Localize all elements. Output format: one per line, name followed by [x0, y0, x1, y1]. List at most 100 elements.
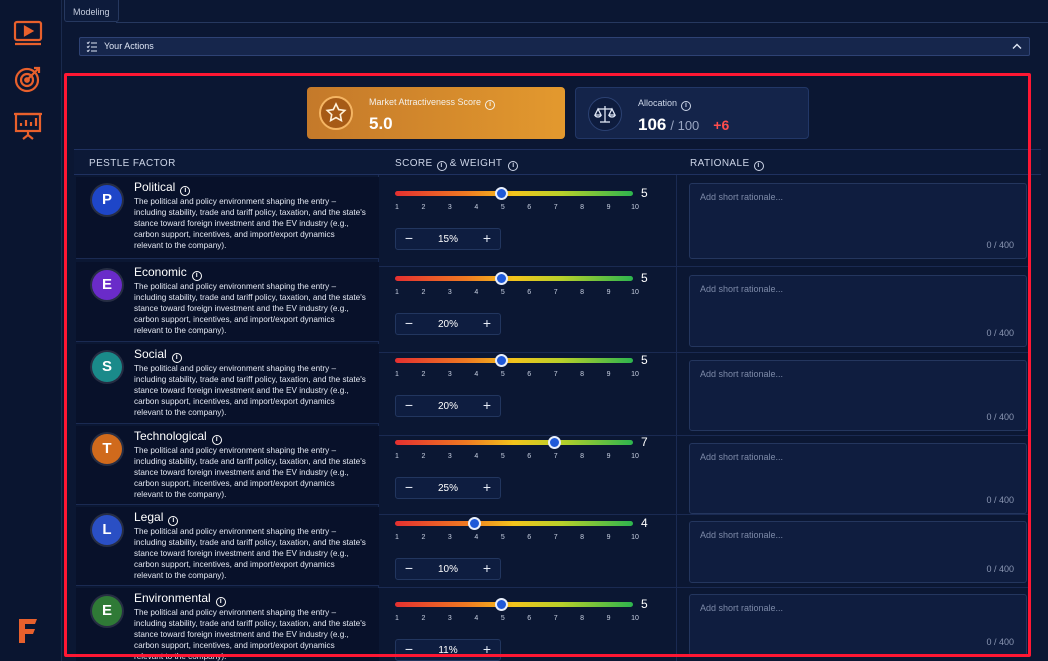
tick-label: 2: [421, 204, 426, 211]
target-icon[interactable]: [12, 63, 44, 95]
info-icon[interactable]: i: [171, 353, 182, 363]
factor-info: T Technological i The political and polic…: [76, 426, 379, 505]
weight-stepper[interactable]: − 20% +: [395, 395, 501, 417]
tick-label: 6: [527, 615, 532, 622]
factor-letter-badge: E: [92, 270, 122, 300]
tab-underline: [116, 22, 1048, 23]
rationale-placeholder: Add short rationale...: [700, 603, 784, 613]
tick-label: 8: [580, 453, 585, 460]
tick-label: 10: [631, 371, 639, 378]
tick-label: 7: [553, 289, 558, 296]
tick-label: 7: [553, 534, 558, 541]
tick-label: 3: [447, 204, 452, 211]
info-icon[interactable]: i: [436, 161, 447, 171]
rationale-placeholder: Add short rationale...: [700, 530, 784, 540]
column-header-score: SCORE i & WEIGHT i: [395, 158, 519, 171]
slider-thumb[interactable]: [468, 517, 482, 530]
row-divider: [379, 435, 1029, 436]
video-icon[interactable]: [12, 17, 44, 49]
score-slider[interactable]: [395, 187, 633, 200]
increment-button[interactable]: +: [476, 640, 498, 660]
tick-label: 10: [631, 289, 639, 296]
increment-button[interactable]: +: [476, 559, 498, 579]
left-rail: [0, 0, 62, 661]
increment-button[interactable]: +: [476, 478, 498, 498]
chevron-up-icon[interactable]: [1011, 41, 1023, 52]
increment-button[interactable]: +: [476, 396, 498, 416]
score-ticks: 1 2 3 4 5 6 7 8 9 10: [395, 289, 639, 299]
weight-stepper[interactable]: − 11% +: [395, 639, 501, 661]
slider-thumb[interactable]: [547, 436, 561, 449]
rationale-textarea[interactable]: Add short rationale... 0 / 400: [689, 183, 1027, 259]
info-icon[interactable]: i: [753, 161, 764, 171]
increment-button[interactable]: +: [476, 229, 498, 249]
row-divider: [379, 587, 1029, 588]
tick-label: 8: [580, 615, 585, 622]
info-icon[interactable]: i: [191, 271, 202, 281]
slider-thumb[interactable]: [494, 354, 508, 367]
slider-thumb[interactable]: [494, 272, 508, 285]
score-slider[interactable]: [395, 517, 633, 530]
increment-button[interactable]: +: [476, 314, 498, 334]
score-slider[interactable]: [395, 598, 633, 611]
score-slider[interactable]: [395, 354, 633, 367]
tick-label: 1: [395, 289, 399, 296]
weight-stepper[interactable]: − 20% +: [395, 313, 501, 335]
factor-letter-badge: E: [92, 596, 122, 626]
tick-label: 9: [606, 371, 611, 378]
weight-stepper[interactable]: − 25% +: [395, 477, 501, 499]
rationale-textarea[interactable]: Add short rationale... 0 / 400: [689, 275, 1027, 347]
score-slider[interactable]: [395, 272, 633, 285]
info-icon[interactable]: i: [485, 100, 496, 110]
tab-modeling[interactable]: Modeling: [64, 0, 119, 22]
factor-name: Environmental i: [134, 591, 226, 607]
rationale-textarea[interactable]: Add short rationale... 0 / 400: [689, 360, 1027, 431]
brand-logo: [16, 617, 40, 645]
tick-label: 5: [500, 615, 505, 622]
info-icon[interactable]: i: [168, 516, 179, 526]
factor-info: E Economic i The political and policy env…: [76, 262, 379, 342]
tick-label: 4: [474, 534, 479, 541]
tick-label: 10: [631, 204, 639, 211]
tick-label: 4: [474, 615, 479, 622]
factor-name: Technological i: [134, 429, 222, 445]
score-value: 5: [641, 597, 648, 611]
tick-label: 8: [580, 371, 585, 378]
tick-label: 5: [500, 289, 505, 296]
weight-stepper[interactable]: − 15% +: [395, 228, 501, 250]
scale-icon: [588, 97, 622, 131]
your-actions-label: Your Actions: [104, 41, 154, 51]
character-counter: 0 / 400: [986, 412, 1014, 422]
your-actions-bar[interactable]: Your Actions: [79, 37, 1030, 56]
presentation-icon[interactable]: [12, 109, 44, 141]
slider-thumb[interactable]: [494, 187, 508, 200]
allocation-label: Allocation: [638, 98, 678, 108]
score-value: 5: [641, 186, 648, 200]
tick-label: 10: [631, 453, 639, 460]
info-icon[interactable]: i: [215, 597, 226, 607]
rationale-textarea[interactable]: Add short rationale... 0 / 400: [689, 594, 1027, 656]
rationale-placeholder: Add short rationale...: [700, 284, 784, 294]
factor-info: P Political i The political and policy en…: [76, 177, 379, 259]
info-icon[interactable]: i: [211, 435, 222, 445]
tick-label: 10: [631, 534, 639, 541]
rationale-placeholder: Add short rationale...: [700, 452, 784, 462]
star-icon: [319, 96, 353, 130]
score-value: 5: [641, 271, 648, 285]
factor-name: Political i: [134, 180, 191, 196]
allocation-card: Allocation i 106/ 100 +6: [575, 87, 809, 139]
factor-letter-badge: P: [92, 185, 122, 215]
tick-label: 4: [474, 453, 479, 460]
weight-stepper[interactable]: − 10% +: [395, 558, 501, 580]
info-icon[interactable]: i: [180, 186, 191, 196]
tick-label: 7: [553, 615, 558, 622]
rationale-textarea[interactable]: Add short rationale... 0 / 400: [689, 443, 1027, 514]
info-icon[interactable]: i: [681, 101, 692, 111]
rationale-textarea[interactable]: Add short rationale... 0 / 400: [689, 521, 1027, 583]
score-slider[interactable]: [395, 436, 633, 449]
character-counter: 0 / 400: [986, 495, 1014, 505]
slider-thumb[interactable]: [494, 598, 508, 611]
info-icon[interactable]: i: [508, 161, 519, 171]
tick-label: 1: [395, 534, 399, 541]
character-counter: 0 / 400: [986, 564, 1014, 574]
